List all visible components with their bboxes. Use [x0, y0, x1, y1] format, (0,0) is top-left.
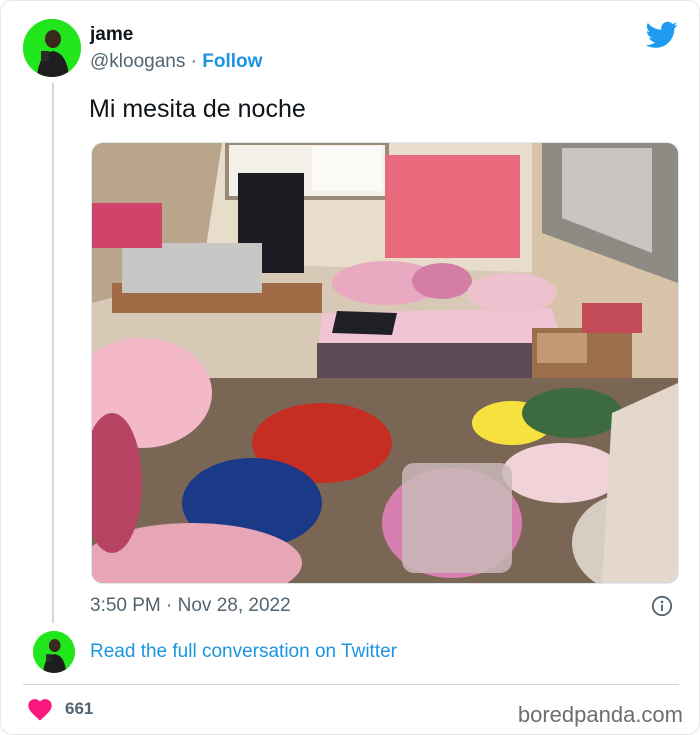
handle-separator: ·: [185, 51, 203, 72]
author-avatar[interactable]: [23, 19, 81, 77]
heart-icon[interactable]: [28, 699, 52, 721]
author-handle-row: @kloogans · Follow: [90, 51, 262, 73]
tweet-timestamp[interactable]: 3:50 PM · Nov 28, 2022: [90, 595, 291, 617]
thread-line: [52, 83, 54, 623]
follow-link[interactable]: Follow: [202, 51, 262, 72]
tweet-photo[interactable]: [91, 142, 679, 584]
reply-avatar[interactable]: [33, 631, 75, 673]
like-count: 661: [65, 699, 94, 718]
author-name[interactable]: jame: [90, 24, 133, 46]
twitter-bird-icon[interactable]: [646, 21, 678, 49]
divider: [23, 684, 679, 685]
author-handle[interactable]: @kloogans: [90, 51, 185, 72]
tweet-text: Mi mesita de noche: [89, 95, 306, 123]
read-full-conversation-link[interactable]: Read the full conversation on Twitter: [90, 641, 397, 663]
info-icon[interactable]: [651, 595, 673, 617]
tweet-card: jame @kloogans · Follow Mi mesita de noc…: [0, 0, 700, 735]
bedroom-photo: [92, 143, 678, 583]
watermark: boredpanda.com: [517, 702, 683, 727]
